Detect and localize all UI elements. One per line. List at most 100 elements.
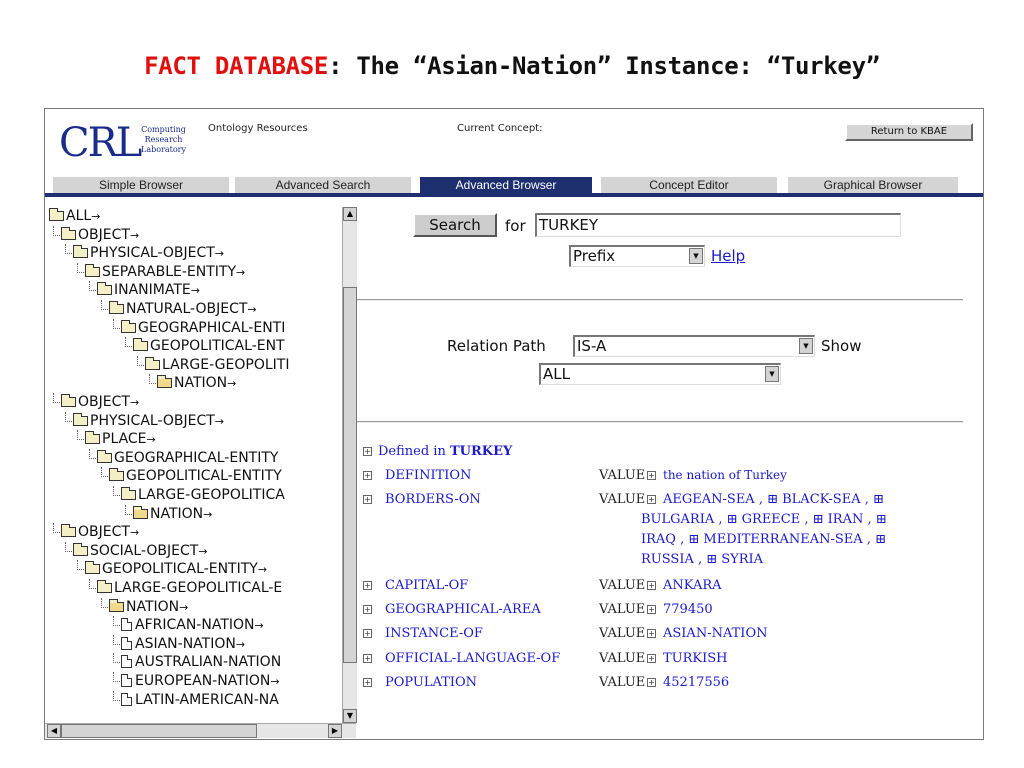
slot-value[interactable]: 779450 xyxy=(663,601,713,618)
tree-node[interactable]: OBJECT→ xyxy=(53,523,139,541)
tree-horizontal-scrollbar[interactable]: ◀ ▶ xyxy=(45,723,356,738)
expand-arrow-icon[interactable]: → xyxy=(179,601,188,614)
expand-icon[interactable]: + xyxy=(647,495,656,504)
scroll-up-arrow-icon[interactable]: ▲ xyxy=(343,207,357,221)
expand-icon[interactable]: + xyxy=(363,629,372,638)
show-select[interactable]: ALL ▼ xyxy=(539,363,781,385)
expand-arrow-icon[interactable]: → xyxy=(227,377,236,390)
slot-name[interactable]: GEOGRAPHICAL-AREA xyxy=(385,601,541,618)
relation-path-select[interactable]: IS-A ▼ xyxy=(573,335,815,357)
expand-arrow-icon[interactable]: → xyxy=(91,210,100,223)
expand-icon[interactable]: + xyxy=(363,581,372,590)
slot-name[interactable]: POPULATION xyxy=(385,674,477,691)
expand-icon[interactable]: + xyxy=(363,471,372,480)
tree-node[interactable]: PHYSICAL-OBJECT→ xyxy=(65,244,224,262)
tree-node[interactable]: AUSTRALIAN-NATION xyxy=(113,653,281,671)
tab-advanced-browser[interactable]: Advanced Browser xyxy=(420,177,592,193)
tree-node[interactable]: LARGE-GEOPOLITI xyxy=(137,355,289,374)
tab-concept-editor[interactable]: Concept Editor xyxy=(601,177,777,193)
slot-value-line[interactable]: IRAQ , ⊞ MEDITERRANEAN-SEA , ⊞ xyxy=(641,531,886,548)
expand-arrow-icon[interactable]: → xyxy=(247,303,256,316)
slot-name[interactable]: OFFICIAL-LANGUAGE-OF xyxy=(385,650,560,667)
tree-node[interactable]: PLACE→ xyxy=(77,430,156,448)
tree-node[interactable]: GEOGRAPHICAL-ENTITY xyxy=(89,448,278,467)
slot-value[interactable]: ANKARA xyxy=(663,577,722,594)
expand-arrow-icon[interactable]: → xyxy=(236,266,245,279)
expand-arrow-icon[interactable]: → xyxy=(203,508,212,521)
scroll-right-arrow-icon[interactable]: ▶ xyxy=(328,724,342,738)
match-mode-select[interactable]: Prefix ▼ xyxy=(569,245,705,267)
expand-icon[interactable]: + xyxy=(363,654,372,663)
search-button[interactable]: Search xyxy=(413,213,497,237)
tab-graphical-browser[interactable]: Graphical Browser xyxy=(788,177,958,193)
dropdown-arrow-icon[interactable]: ▼ xyxy=(689,248,703,264)
tree-node[interactable]: NATURAL-OBJECT→ xyxy=(101,300,257,318)
tree-node[interactable]: SOCIAL-OBJECT→ xyxy=(65,541,208,560)
tree-node[interactable]: NATION→ xyxy=(101,597,188,616)
tree-node[interactable]: GEOPOLITICAL-ENTITY→ xyxy=(77,560,267,578)
expand-icon[interactable]: + xyxy=(647,471,656,480)
tree-node[interactable]: GEOPOLITICAL-ENT xyxy=(125,337,285,355)
help-link[interactable]: Help xyxy=(711,247,745,265)
tree-node[interactable]: OBJECT→ xyxy=(53,393,139,411)
tree-node[interactable]: GEOGRAPHICAL-ENTI xyxy=(113,318,285,337)
tree-node[interactable]: GEOPOLITICAL-ENTITY xyxy=(101,467,282,485)
expand-icon[interactable]: + xyxy=(647,678,656,687)
expand-arrow-icon[interactable]: → xyxy=(215,247,224,260)
scroll-left-arrow-icon[interactable]: ◀ xyxy=(47,724,61,738)
tree-node[interactable]: INANIMATE→ xyxy=(89,281,200,299)
expand-arrow-icon[interactable]: → xyxy=(270,675,279,688)
expand-icon[interactable]: + xyxy=(363,495,372,504)
tree-node[interactable]: NATION→ xyxy=(125,504,212,523)
expand-arrow-icon[interactable]: → xyxy=(215,415,224,428)
tree-node[interactable]: LARGE-GEOPOLITICAL-E xyxy=(89,579,282,597)
slot-name[interactable]: DEFINITION xyxy=(385,467,471,484)
defined-concept[interactable]: TURKEY xyxy=(450,444,512,459)
slot-name[interactable]: CAPITAL-OF xyxy=(385,577,468,594)
expand-arrow-icon[interactable]: → xyxy=(147,433,156,446)
expand-icon[interactable]: + xyxy=(363,447,372,456)
slot-value[interactable]: 45217556 xyxy=(663,674,729,691)
tree-node[interactable]: LARGE-GEOPOLITICA xyxy=(113,486,285,504)
tree-node[interactable]: OBJECT→ xyxy=(53,225,139,244)
expand-arrow-icon[interactable]: → xyxy=(198,545,207,558)
expand-arrow-icon[interactable]: → xyxy=(255,619,264,632)
expand-arrow-icon[interactable]: → xyxy=(191,284,200,297)
slot-value[interactable]: the nation of Turkey xyxy=(663,467,787,484)
tree-node[interactable]: ALL→ xyxy=(49,207,100,225)
slot-name[interactable]: INSTANCE-OF xyxy=(385,625,483,642)
return-to-kbae-button[interactable]: Return to KBAE xyxy=(845,123,973,141)
expand-icon[interactable]: + xyxy=(647,654,656,663)
expand-arrow-icon[interactable]: → xyxy=(130,526,139,539)
expand-arrow-icon[interactable]: → xyxy=(130,229,139,242)
expand-arrow-icon[interactable]: → xyxy=(258,563,267,576)
expand-icon[interactable]: + xyxy=(363,678,372,687)
horizontal-scroll-thumb[interactable] xyxy=(61,724,257,738)
slot-value[interactable]: ASIAN-NATION xyxy=(663,625,767,642)
expand-icon[interactable]: + xyxy=(647,605,656,614)
tab-advanced-search[interactable]: Advanced Search xyxy=(235,177,411,193)
search-input[interactable]: TURKEY xyxy=(535,213,901,237)
expand-icon[interactable]: + xyxy=(647,629,656,638)
expand-arrow-icon[interactable]: → xyxy=(236,638,245,651)
tree-node[interactable]: ASIAN-NATION→ xyxy=(113,634,245,653)
tree-node[interactable]: LATIN-AMERICAN-NA xyxy=(113,690,279,709)
expand-icon[interactable]: + xyxy=(647,581,656,590)
tree-node[interactable]: AFRICAN-NATION→ xyxy=(113,616,264,634)
dropdown-arrow-icon[interactable]: ▼ xyxy=(799,338,813,354)
tab-simple-browser[interactable]: Simple Browser xyxy=(53,177,229,193)
slot-name[interactable]: BORDERS-ON xyxy=(385,491,481,508)
vertical-scroll-thumb[interactable] xyxy=(343,287,357,663)
tree-node[interactable]: PHYSICAL-OBJECT→ xyxy=(65,411,224,430)
expand-arrow-icon[interactable]: → xyxy=(130,396,139,409)
tree-vertical-scrollbar[interactable]: ▲ ▼ xyxy=(342,207,357,723)
slot-value-line[interactable]: BULGARIA , ⊞ GREECE , ⊞ IRAN , ⊞ xyxy=(641,511,887,528)
slot-value-line[interactable]: RUSSIA , ⊞ SYRIA xyxy=(641,551,763,568)
expand-icon[interactable]: + xyxy=(363,605,372,614)
scroll-down-arrow-icon[interactable]: ▼ xyxy=(343,709,357,723)
slot-value[interactable]: TURKISH xyxy=(663,650,728,667)
tree-node[interactable]: NATION→ xyxy=(149,374,236,392)
tree-node[interactable]: EUROPEAN-NATION→ xyxy=(113,672,280,690)
slot-value-line[interactable]: AEGEAN-SEA , ⊞ BLACK-SEA , ⊞ xyxy=(663,491,884,508)
dropdown-arrow-icon[interactable]: ▼ xyxy=(765,366,779,382)
